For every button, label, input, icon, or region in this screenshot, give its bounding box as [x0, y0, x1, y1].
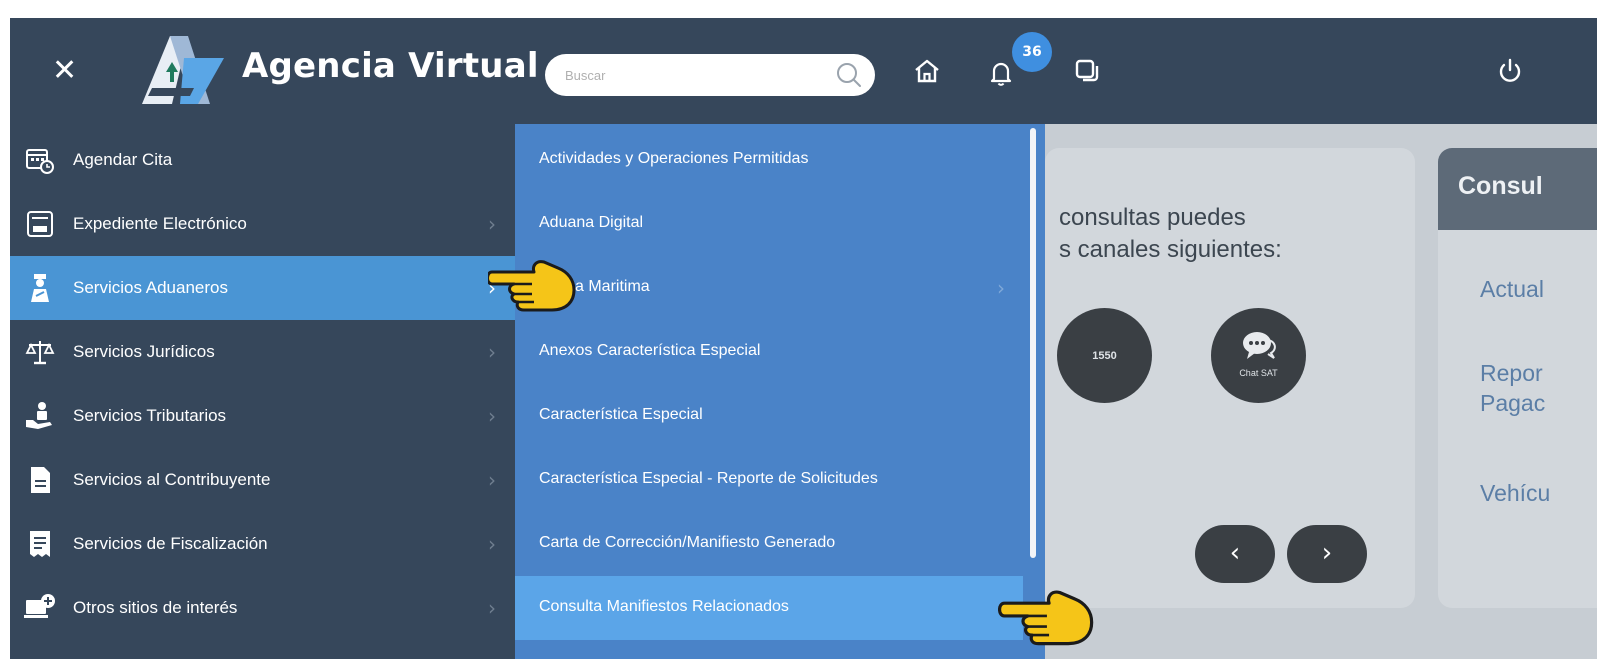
search-input[interactable]: [565, 62, 825, 88]
search-icon[interactable]: [835, 61, 863, 89]
phone-channel-label: 1550: [1092, 350, 1117, 362]
consultas-link-3[interactable]: Vehícu: [1480, 478, 1550, 508]
contact-text-line-1: consultas puedes: [1059, 204, 1246, 231]
submenu-item-consulta-manifiestos[interactable]: Consulta Manifiestos Relacionados: [515, 576, 1023, 640]
submenu-item-label: Característica Especial - Reporte de Sol…: [539, 470, 878, 487]
contact-card: consultas puedes s canales siguientes: 1…: [1045, 148, 1415, 608]
chat-channel-button[interactable]: Chat SAT: [1211, 308, 1306, 403]
document-icon: [31, 467, 50, 493]
submenu-item-aduana-digital[interactable]: Aduana Digital: [515, 192, 1023, 256]
submenu-servicios-aduaneros: Actividades y Operaciones Permitidas Adu…: [515, 124, 1045, 659]
submenu-item-label: Anexos Característica Especial: [539, 342, 761, 359]
chat-icon: [1243, 332, 1276, 359]
consultas-card-title: Consul: [1458, 172, 1543, 200]
submenu-item-anexos[interactable]: Anexos Característica Especial: [515, 320, 1023, 384]
contact-text-line-2: s canales siguientes:: [1059, 236, 1282, 263]
chevron-right-icon: ›: [488, 468, 496, 492]
sidebar-item-label: Servicios Tributarios: [73, 406, 227, 425]
submenu-item-label: a Maritima: [575, 278, 650, 295]
main-content: consultas puedes s canales siguientes: 1…: [1045, 124, 1597, 659]
sidebar-item-label: Servicios de Fiscalización: [73, 534, 268, 553]
customs-officer-icon: [31, 274, 49, 302]
phone-channel-button[interactable]: 1550: [1057, 308, 1152, 403]
pointing-hand-icon: [998, 590, 1094, 646]
chevron-right-icon: ›: [488, 404, 496, 428]
sidebar-item-servicios-tributarios[interactable]: Servicios Tributarios ›: [10, 384, 515, 448]
printer-icon: [27, 211, 53, 237]
chevron-right-icon: ›: [488, 596, 496, 620]
search-box[interactable]: [545, 54, 875, 96]
sidebar-item-agendar-cita[interactable]: Agendar Cita: [10, 128, 515, 192]
consultas-card: Consul Actual Repor Pagac Vehícu: [1438, 148, 1597, 608]
sidebar-item-expediente[interactable]: Expediente Electrónico ›: [10, 192, 515, 256]
monitor-add-icon: [24, 594, 55, 618]
hand-money-icon: [26, 402, 52, 429]
consultas-link-1[interactable]: Actual: [1480, 274, 1544, 304]
submenu-item-label: Carta de Corrección/Manifiesto Generado: [539, 534, 836, 551]
submenu-item-label: Consulta Manifiestos Relacionados: [539, 598, 789, 615]
sidebar-menu: Agendar Cita Expediente Electrónico › Se…: [10, 124, 515, 659]
sidebar-item-label: Servicios al Contribuyente: [73, 470, 271, 489]
sidebar-item-servicios-contribuyente[interactable]: Servicios al Contribuyente ›: [10, 448, 515, 512]
chevron-right-icon: ›: [488, 340, 496, 364]
pointing-hand-icon: [488, 260, 576, 312]
submenu-item-actividades[interactable]: Actividades y Operaciones Permitidas: [515, 128, 1023, 192]
submenu-item-carta-correccion[interactable]: Carta de Corrección/Manifiesto Generado: [515, 512, 1023, 576]
sidebar-item-label: Servicios Aduaneros: [73, 278, 228, 297]
submenu-item-maritima[interactable]: a Maritima ›: [515, 256, 1023, 320]
bell-icon[interactable]: [986, 58, 1016, 88]
sidebar-item-otros-sitios[interactable]: Otros sitios de interés ›: [10, 576, 515, 640]
chat-channel-label: Chat SAT: [1239, 368, 1278, 378]
scales-icon: [25, 341, 55, 365]
close-menu-icon[interactable]: ✕: [52, 56, 77, 86]
submenu-item-label: Característica Especial: [539, 406, 703, 423]
chevron-right-icon: ›: [488, 212, 496, 236]
sidebar-item-label: Expediente Electrónico: [73, 214, 247, 233]
agencia-virtual-logo: [142, 36, 224, 104]
carousel-next-button[interactable]: ›: [1287, 525, 1367, 583]
app-title: Agencia Virtual: [242, 46, 539, 86]
windows-icon[interactable]: [1072, 56, 1102, 86]
receipt-list-icon: [30, 531, 50, 557]
consultas-link-2[interactable]: Repor: [1480, 358, 1543, 388]
home-icon[interactable]: [912, 56, 942, 86]
top-header: ✕ Agencia Virtual 36: [10, 18, 1597, 124]
chevron-right-icon: ›: [997, 276, 1005, 300]
sidebar-item-servicios-juridicos[interactable]: Servicios Jurídicos ›: [10, 320, 515, 384]
submenu-scrollbar[interactable]: [1030, 128, 1036, 558]
notification-badge[interactable]: 36: [1012, 32, 1052, 72]
calendar-clock-icon: [26, 149, 54, 174]
sidebar-item-servicios-aduaneros[interactable]: Servicios Aduaneros ›: [10, 256, 515, 320]
chevron-right-icon: ›: [488, 532, 496, 556]
consultas-card-header: Consul: [1438, 148, 1597, 230]
sidebar-item-label: Otros sitios de interés: [73, 598, 238, 617]
app-window: ✕ Agencia Virtual 36: [10, 18, 1597, 659]
submenu-item-reporte-solicitudes[interactable]: Característica Especial - Reporte de Sol…: [515, 448, 1023, 512]
consultas-link-2-cont[interactable]: Pagac: [1480, 388, 1545, 418]
sidebar-item-servicios-fiscalizacion[interactable]: Servicios de Fiscalización ›: [10, 512, 515, 576]
power-icon[interactable]: [1495, 56, 1525, 86]
sidebar-item-label: Agendar Cita: [73, 150, 173, 169]
submenu-item-label: Aduana Digital: [539, 214, 644, 231]
submenu-item-label: Actividades y Operaciones Permitidas: [539, 150, 809, 167]
sidebar-item-label: Servicios Jurídicos: [73, 342, 215, 361]
carousel-prev-button[interactable]: ‹: [1195, 525, 1275, 583]
submenu-item-caracteristica-especial[interactable]: Característica Especial: [515, 384, 1023, 448]
